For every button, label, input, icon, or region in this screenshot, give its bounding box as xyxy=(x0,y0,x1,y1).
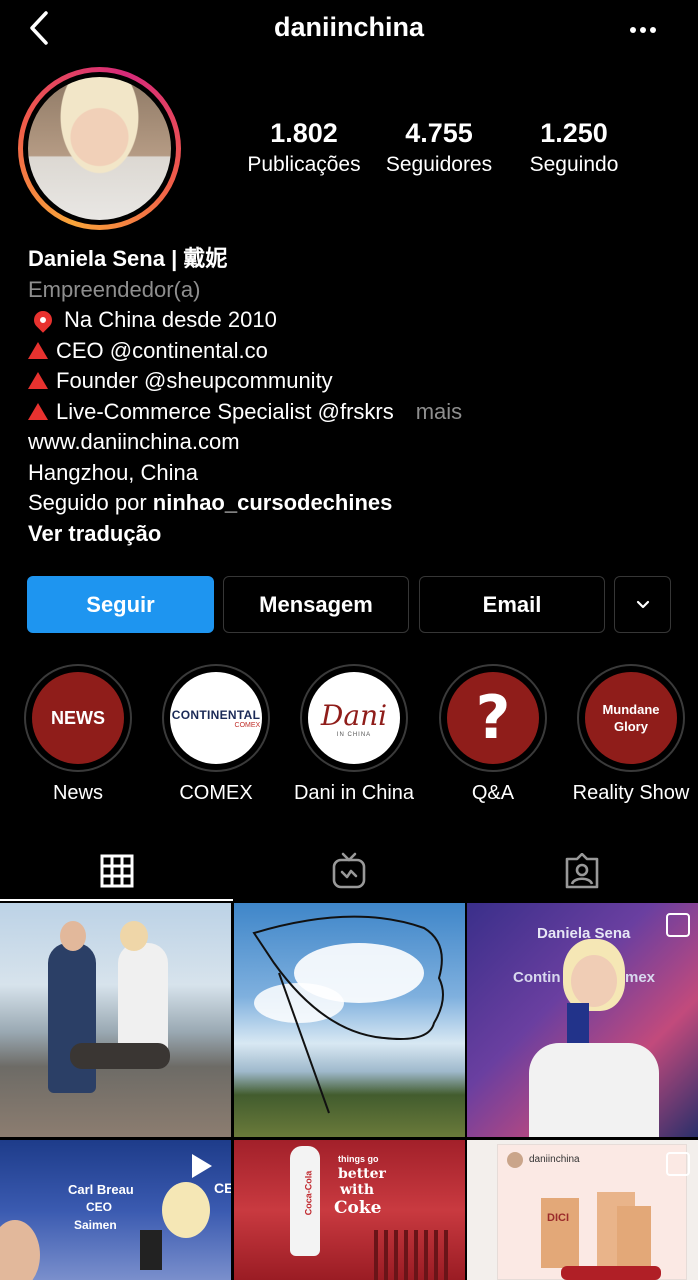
followed-by-user[interactable]: ninhao_cursodechines xyxy=(153,490,393,515)
highlight-cover: Mundane Glory xyxy=(585,672,677,764)
profile-bio: Daniela Sena | 戴妮 Empreendedor(a) Na Chi… xyxy=(28,244,688,549)
email-button[interactable]: Email xyxy=(419,576,605,633)
post-overlay-text: CEO xyxy=(86,1200,113,1214)
bio-line-location: Na China desde 2010 xyxy=(28,305,688,336)
red-triangle-icon xyxy=(28,341,48,359)
ellipsis-icon[interactable] xyxy=(628,18,658,38)
bio-more-link[interactable]: mais xyxy=(416,399,462,424)
post-overlay-text: better xyxy=(338,1166,386,1182)
profile-display-name: Daniela Sena | 戴妮 xyxy=(28,246,228,271)
post-overlay-text: Carl Breau xyxy=(68,1182,134,1197)
profile-category: Empreendedor(a) xyxy=(28,276,201,302)
tab-igtv[interactable] xyxy=(233,840,465,902)
see-translation-link[interactable]: Ver tradução xyxy=(28,519,688,550)
post-overlay-text: Coca-Cola xyxy=(303,1170,314,1216)
bio-location[interactable]: Hangzhou, China xyxy=(28,458,688,489)
bio-line-founder: Founder @sheupcommunity xyxy=(28,366,688,397)
stat-following-label: Seguindo xyxy=(529,153,619,176)
post-overlay-text: mex xyxy=(625,969,656,986)
post-thumbnail[interactable]: daniinchina DICI xyxy=(467,1140,698,1280)
stat-following[interactable]: 1.250 Seguindo xyxy=(516,118,632,177)
question-mark-icon: ? xyxy=(447,672,539,764)
bio-line-ceo: CEO @continental.co xyxy=(28,336,688,367)
bio-website-link[interactable]: www.daniinchina.com xyxy=(28,427,688,458)
post-overlay-text: DICI xyxy=(547,1212,569,1224)
tab-grid[interactable] xyxy=(0,840,233,902)
highlight-dani-in-china[interactable]: Dani IN CHINA Dani in China xyxy=(294,664,414,805)
bio-line-text[interactable]: Live-Commerce Specialist @frskrs xyxy=(56,399,394,424)
video-play-icon xyxy=(192,1154,212,1178)
follow-button[interactable]: Seguir xyxy=(27,576,214,633)
highlight-cover: NEWS xyxy=(32,672,124,764)
profile-tabs xyxy=(0,840,698,902)
stat-followers-label: Seguidores xyxy=(385,153,493,176)
bio-line-text: Na China desde 2010 xyxy=(64,307,277,332)
profile-username: daniinchina xyxy=(273,12,425,42)
stat-posts-label: Publicações xyxy=(247,153,361,176)
highlight-cover: CONTINENTAL COMEX xyxy=(170,672,262,764)
pin-icon xyxy=(30,307,56,333)
followed-by[interactable]: Seguido por ninhao_cursodechines xyxy=(28,488,688,519)
carousel-icon xyxy=(666,913,690,937)
post-thumbnail[interactable]: Coca-Cola things go better with Coke xyxy=(234,1140,465,1280)
tagged-person-icon xyxy=(565,853,598,889)
highlight-cover-title: Dani xyxy=(320,698,388,732)
chevron-down-icon xyxy=(636,600,649,608)
post-overlay-text: Coke xyxy=(334,1198,382,1218)
active-tab-indicator xyxy=(0,899,233,901)
highlight-cover-subtitle: IN CHINA xyxy=(336,731,372,738)
tab-tagged[interactable] xyxy=(465,840,698,902)
post-thumbnail[interactable] xyxy=(0,903,231,1137)
highlight-reality-show[interactable]: Mundane Glory Reality Show xyxy=(573,664,689,805)
red-triangle-icon xyxy=(28,402,48,420)
post-overlay-text: daniinchina xyxy=(529,1154,580,1165)
bio-line-live: Live-Commerce Specialist @frskrs mais xyxy=(28,397,688,428)
highlight-comex[interactable]: CONTINENTAL COMEX COMEX xyxy=(162,664,270,805)
carousel-icon xyxy=(666,1152,690,1176)
message-button[interactable]: Mensagem xyxy=(223,576,409,633)
tv-icon xyxy=(332,852,366,889)
post-overlay-text: with xyxy=(340,1182,375,1198)
top-bar: daniinchina xyxy=(0,0,698,60)
avatar-story-ring[interactable] xyxy=(18,67,181,230)
stat-following-count: 1.250 xyxy=(540,118,608,148)
stat-posts-count: 1.802 xyxy=(270,118,338,148)
post-thumbnail[interactable]: Daniela Sena Contin mex xyxy=(467,903,698,1137)
highlight-qa[interactable]: ? Q&A xyxy=(439,664,547,805)
stat-followers[interactable]: 4.755 Seguidores xyxy=(376,118,502,177)
avatar xyxy=(28,77,171,220)
post-thumbnail[interactable]: Carl Breau CEO Saimen CE xyxy=(0,1140,231,1280)
bio-line-text[interactable]: Founder @sheupcommunity xyxy=(56,368,333,393)
post-thumbnail[interactable] xyxy=(234,903,465,1137)
stat-posts[interactable]: 1.802 Publicações xyxy=(242,118,366,177)
post-overlay-text: CE xyxy=(214,1180,231,1196)
followed-by-prefix: Seguido por xyxy=(28,490,153,515)
highlight-label: Reality Show xyxy=(572,782,690,804)
post-overlay-text: Saimen xyxy=(74,1218,117,1232)
highlight-news[interactable]: NEWS News xyxy=(24,664,132,805)
bio-line-text[interactable]: CEO @continental.co xyxy=(56,338,268,363)
highlight-cover: Dani IN CHINA xyxy=(308,672,400,764)
stat-followers-count: 4.755 xyxy=(405,118,473,148)
red-triangle-icon xyxy=(28,372,48,389)
suggested-accounts-button[interactable] xyxy=(614,576,671,633)
post-overlay-text: things go xyxy=(338,1154,379,1164)
highlight-cover-subtitle: COMEX xyxy=(234,721,261,729)
post-overlay-text: Contin xyxy=(513,969,561,986)
highlight-cover-title: CONTINENTAL xyxy=(171,707,261,722)
grid-icon xyxy=(100,854,133,888)
